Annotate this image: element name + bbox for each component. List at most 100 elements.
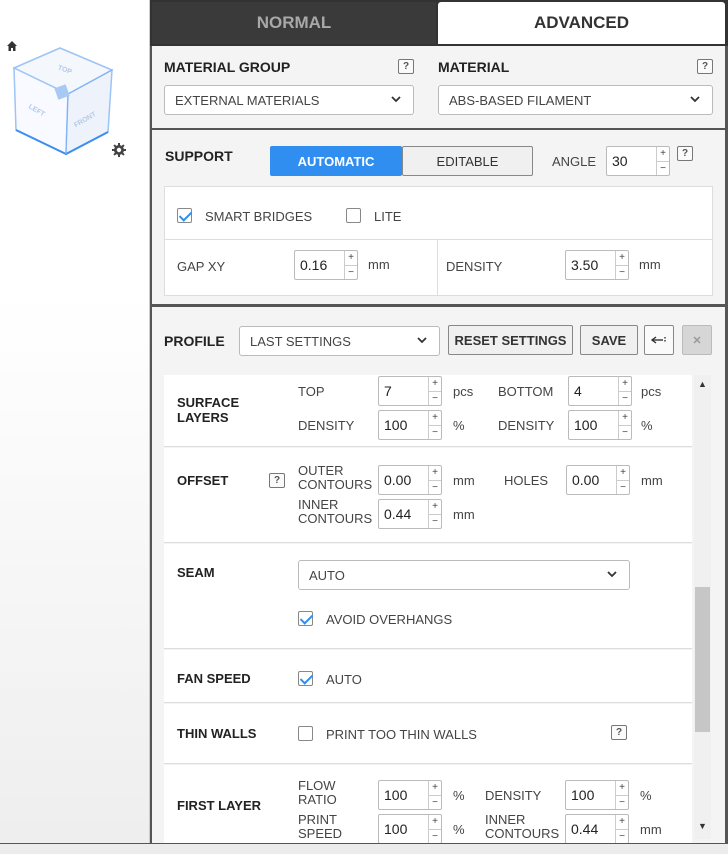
increment-button[interactable]: +: [429, 411, 441, 426]
decrement-button[interactable]: −: [616, 830, 628, 844]
holes-stepper[interactable]: 0.00 + −: [566, 465, 630, 495]
settings-list[interactable]: SURFACE LAYERS TOP 7 + − pcs BOTTOM 4 + − …: [164, 375, 692, 843]
first-layer-inner-contours-value: 0.44: [571, 821, 599, 837]
outer-contours-stepper[interactable]: 0.00 + −: [378, 465, 442, 495]
decrement-button[interactable]: −: [429, 426, 441, 440]
settings-scrollbar[interactable]: ▲ ▼: [694, 375, 711, 839]
top-layers-stepper[interactable]: 7 + −: [378, 376, 442, 406]
editable-button[interactable]: EDITABLE: [402, 146, 533, 176]
increment-button[interactable]: +: [429, 781, 441, 796]
increment-button[interactable]: +: [619, 411, 631, 426]
inner-contours-stepper[interactable]: 0.44 + −: [378, 499, 442, 529]
material-help-icon[interactable]: ?: [697, 59, 713, 74]
view-cube[interactable]: TOP LEFT FRONT: [8, 46, 118, 158]
material-select[interactable]: ABS-BASED FILAMENT: [438, 85, 713, 115]
print-thin-walls-label: PRINT TOO THIN WALLS: [326, 727, 477, 742]
decrement-button[interactable]: −: [429, 392, 441, 406]
increment-button[interactable]: +: [429, 815, 441, 830]
increment-button[interactable]: +: [616, 815, 628, 830]
increment-button[interactable]: +: [657, 147, 669, 162]
scroll-up-icon[interactable]: ▲: [698, 379, 707, 389]
holes-label: HOLES: [504, 473, 549, 488]
decrement-button[interactable]: −: [345, 266, 357, 280]
avoid-overhangs-checkbox[interactable]: [298, 611, 313, 626]
3d-viewport[interactable]: TOP LEFT FRONT: [0, 0, 150, 843]
inner-contours-unit: mm: [453, 507, 475, 522]
lite-checkbox[interactable]: [346, 208, 361, 223]
bottom-density-stepper[interactable]: 100 + −: [568, 410, 632, 440]
first-layer-density-value: 100: [571, 787, 595, 803]
gap-xy-stepper[interactable]: 0.16 + −: [294, 250, 358, 280]
decrement-button[interactable]: −: [616, 796, 628, 810]
gap-xy-unit: mm: [368, 257, 390, 272]
bottom-layers-stepper[interactable]: 4 + −: [568, 376, 632, 406]
print-speed-stepper[interactable]: 100 + −: [378, 814, 442, 843]
flow-ratio-stepper[interactable]: 100 + −: [378, 780, 442, 810]
increment-button[interactable]: +: [345, 251, 357, 266]
fan-speed-row: FAN SPEED AUTO: [164, 650, 692, 703]
decrement-button[interactable]: −: [429, 796, 441, 810]
increment-button[interactable]: +: [617, 466, 629, 481]
top-density-unit: %: [453, 418, 465, 433]
save-button[interactable]: SAVE: [580, 325, 638, 355]
reset-settings-button[interactable]: RESET SETTINGS: [448, 325, 573, 355]
offset-help-icon[interactable]: ?: [269, 473, 285, 488]
print-thin-walls-checkbox[interactable]: [298, 726, 313, 741]
support-label: SUPPORT: [165, 148, 233, 164]
export-button[interactable]: [644, 325, 674, 355]
thin-walls-help-icon[interactable]: ?: [611, 725, 627, 740]
chevron-down-icon: [417, 337, 427, 344]
increment-button[interactable]: +: [429, 377, 441, 392]
tab-advanced[interactable]: ADVANCED: [438, 2, 725, 44]
first-layer-label: FIRST LAYER: [177, 798, 262, 813]
decrement-button[interactable]: −: [617, 481, 629, 495]
material-group-help-icon[interactable]: ?: [398, 59, 414, 74]
decrement-button[interactable]: −: [657, 162, 669, 176]
scrollbar-thumb[interactable]: [695, 587, 710, 732]
thin-walls-row: THIN WALLS PRINT TOO THIN WALLS ?: [164, 704, 692, 764]
material-group-select[interactable]: EXTERNAL MATERIALS: [164, 85, 414, 115]
top-value: 7: [384, 383, 392, 399]
profile-select[interactable]: LAST SETTINGS: [239, 326, 440, 356]
angle-stepper[interactable]: 30 + −: [606, 146, 670, 176]
increment-button[interactable]: +: [619, 377, 631, 392]
settings-panel: NORMAL ADVANCED MATERIAL GROUP ? EXTERNA…: [150, 0, 728, 843]
increment-button[interactable]: +: [616, 781, 628, 796]
decrement-button[interactable]: −: [429, 481, 441, 495]
decrement-button[interactable]: −: [429, 830, 441, 844]
increment-button[interactable]: +: [429, 500, 441, 515]
top-density-stepper[interactable]: 100 + −: [378, 410, 442, 440]
outer-contours-value: 0.00: [384, 472, 412, 488]
delete-profile-button[interactable]: [682, 325, 712, 355]
automatic-button[interactable]: AUTOMATIC: [270, 146, 402, 176]
tab-normal[interactable]: NORMAL: [152, 2, 436, 44]
chevron-down-icon: [391, 96, 401, 103]
decrement-button[interactable]: −: [619, 426, 631, 440]
first-layer-inner-contours-label: INNER CONTOURS: [485, 812, 560, 841]
gear-icon[interactable]: [111, 142, 127, 158]
decrement-button[interactable]: −: [616, 266, 628, 280]
profile-value: LAST SETTINGS: [250, 333, 351, 349]
smart-bridges-checkbox[interactable]: [177, 208, 192, 223]
decrement-button[interactable]: −: [429, 515, 441, 529]
bottom-label: BOTTOM: [498, 384, 554, 399]
density-stepper[interactable]: 3.50 + −: [565, 250, 629, 280]
first-layer-inner-contours-stepper[interactable]: 0.44 + −: [565, 814, 629, 843]
seam-select[interactable]: AUTO: [298, 560, 630, 590]
seam-label: SEAM: [177, 565, 215, 580]
increment-button[interactable]: +: [616, 251, 628, 266]
decrement-button[interactable]: −: [619, 392, 631, 406]
first-layer-density-stepper[interactable]: 100 + −: [565, 780, 629, 810]
top-unit: pcs: [453, 384, 474, 399]
fan-auto-checkbox[interactable]: [298, 671, 313, 686]
print-speed-unit: %: [453, 822, 465, 837]
increment-button[interactable]: +: [429, 466, 441, 481]
support-help-icon[interactable]: ?: [677, 146, 693, 161]
holes-value: 0.00: [572, 472, 600, 488]
divider: [165, 239, 712, 240]
material-value: ABS-BASED FILAMENT: [449, 92, 592, 108]
offset-label: OFFSET: [177, 473, 229, 488]
scroll-down-icon[interactable]: ▼: [698, 821, 707, 831]
fan-auto-label: AUTO: [326, 672, 362, 687]
avoid-overhangs-label: AVOID OVERHANGS: [326, 612, 453, 627]
